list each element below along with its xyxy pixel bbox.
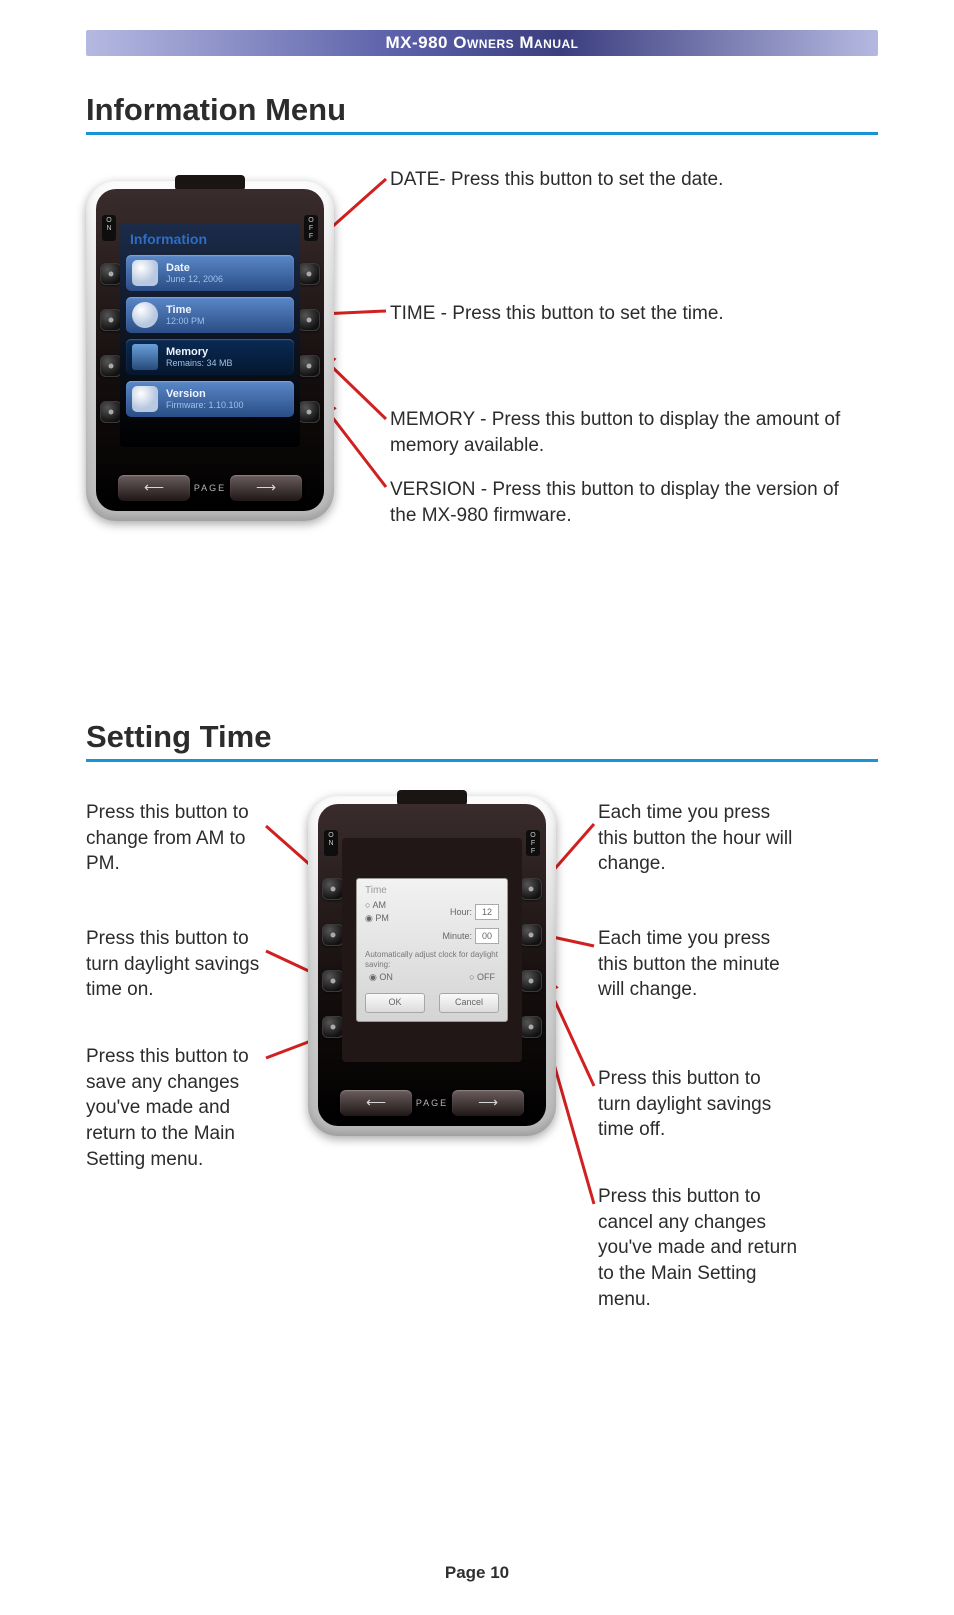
callout-time: TIME - Press this button to set the time… [390, 301, 724, 327]
callout-cancel: Press this button to cancel any changes … [598, 1184, 798, 1312]
side-button-ok[interactable] [322, 1016, 344, 1038]
side-button-blank-l2[interactable] [322, 924, 344, 946]
side-button-hour[interactable] [520, 878, 542, 900]
page-label: PAGE [194, 483, 226, 493]
side-button-minute[interactable] [520, 924, 542, 946]
remote-time: ON OFF Time AM [308, 796, 556, 1136]
callout-version: VERSION - Press this button to display t… [390, 477, 860, 528]
page-left-button[interactable]: ⟵ [118, 475, 190, 501]
radio-dst-on[interactable]: ON [369, 972, 393, 983]
info-time-value: 12:00 PM [166, 316, 205, 327]
info-memory-label: Memory [166, 346, 233, 358]
time-dialog: Time AM PM Hour: 12 [356, 878, 508, 1022]
clock-icon [132, 302, 158, 328]
side-button-version[interactable] [298, 401, 320, 423]
hour-input[interactable]: 12 [475, 904, 499, 920]
info-date-label: Date [166, 262, 223, 274]
off-label: OFF [304, 215, 318, 241]
page-left-button-2[interactable]: ⟵ [340, 1090, 412, 1116]
info-version-value: Firmware: 1.10.100 [166, 400, 244, 411]
section2-rule [86, 759, 878, 762]
off-label-2: OFF [526, 830, 540, 856]
callout-minute: Each time you press this button the minu… [598, 926, 798, 1003]
callout-dst-on: Press this button to turn daylight savin… [86, 926, 261, 1003]
info-version-label: Version [166, 388, 244, 400]
info-row-date[interactable]: Date June 12, 2006 [126, 255, 294, 291]
on-label-2: ON [324, 830, 338, 856]
side-button-l3[interactable] [100, 355, 122, 377]
dst-caption: Automatically adjust clock for daylight … [365, 950, 499, 970]
section2-heading: Setting Time [86, 719, 878, 755]
page-right-button-2[interactable]: ⟶ [452, 1090, 524, 1116]
side-button-l1[interactable] [100, 263, 122, 285]
info-screen-title: Information [126, 229, 294, 249]
memory-icon [132, 344, 158, 370]
radio-pm[interactable]: PM [365, 913, 389, 924]
callout-dst-off: Press this button to turn daylight savin… [598, 1066, 798, 1143]
callout-ampm: Press this button to change from AM to P… [86, 800, 261, 877]
side-button-l2[interactable] [100, 309, 122, 331]
minute-label: Minute: [442, 931, 472, 941]
section1-rule [86, 132, 878, 135]
time-dialog-title: Time [365, 885, 499, 896]
minute-input[interactable]: 00 [475, 928, 499, 944]
hour-label: Hour: [450, 907, 472, 917]
time-screen: Time AM PM Hour: 12 [342, 838, 522, 1062]
side-button-memory[interactable] [298, 355, 320, 377]
side-button-cancel[interactable] [520, 1016, 542, 1038]
radio-dst-off[interactable]: OFF [469, 972, 495, 983]
info-date-value: June 12, 2006 [166, 274, 223, 285]
callout-date: DATE- Press this button to set the date. [390, 167, 723, 193]
version-icon [132, 386, 158, 412]
side-button-date[interactable] [298, 263, 320, 285]
info-memory-value: Remains: 34 MB [166, 358, 233, 369]
page-right-button[interactable]: ⟶ [230, 475, 302, 501]
section1-heading: Information Menu [86, 92, 878, 128]
info-row-time[interactable]: Time 12:00 PM [126, 297, 294, 333]
on-label: ON [102, 215, 116, 241]
page-label-2: PAGE [416, 1098, 448, 1108]
info-row-memory[interactable]: Memory Remains: 34 MB [126, 339, 294, 375]
remote-info: ON OFF Information Date [86, 181, 334, 521]
info-screen: Information Date June 12, 2006 Time 12:0… [120, 223, 300, 447]
callout-memory: MEMORY - Press this button to display th… [390, 407, 860, 458]
side-button-l4[interactable] [100, 401, 122, 423]
callout-save: Press this button to save any changes yo… [86, 1044, 261, 1172]
info-row-version[interactable]: Version Firmware: 1.10.100 [126, 381, 294, 417]
calendar-icon [132, 260, 158, 286]
side-button-time[interactable] [298, 309, 320, 331]
side-button-dst-on[interactable] [322, 970, 344, 992]
callout-hour: Each time you press this button the hour… [598, 800, 798, 877]
cancel-button[interactable]: Cancel [439, 993, 499, 1013]
side-button-dst-off[interactable] [520, 970, 542, 992]
page-number: Page 10 [0, 1563, 954, 1583]
header-bar: MX-980 Owners Manual [86, 30, 878, 56]
ok-button[interactable]: OK [365, 993, 425, 1013]
info-time-label: Time [166, 304, 205, 316]
radio-am[interactable]: AM [365, 900, 389, 910]
side-button-ampm[interactable] [322, 878, 344, 900]
